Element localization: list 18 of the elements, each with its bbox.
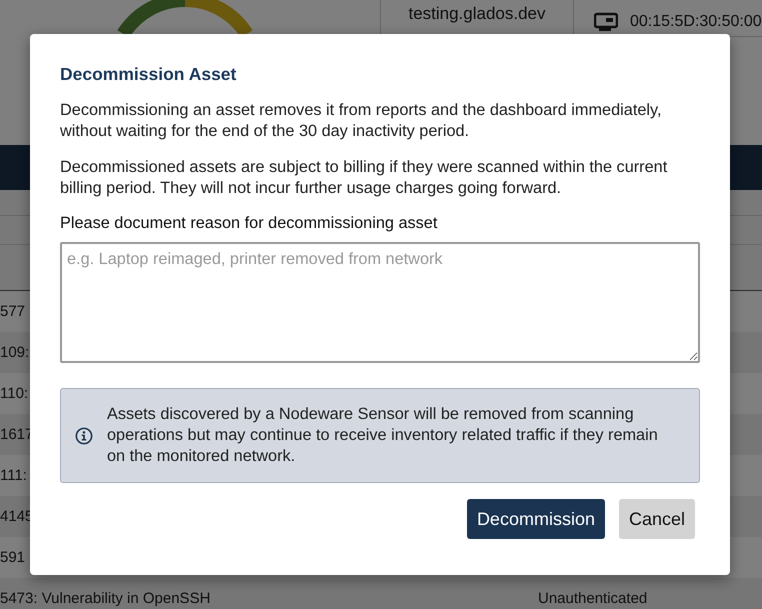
cancel-button[interactable]: Cancel [618,499,695,539]
hostname: testing.glados.dev [408,3,546,25]
table-cell: 109: [0,344,30,361]
table-cell: 111: [0,467,27,484]
paragraph: Decommissioning an asset removes it from reports and the dashboard immediately, without waiting for the end of the 30 day inactivity period. [60,100,662,142]
reason-field[interactable]: e.g. Laptop reimaged, printer removed from network [60,242,700,363]
table-cell: 591 [0,549,26,566]
dialog-title: Decommission Asset [60,64,238,85]
paragraph: Decommissioned assets are subject to billing if they were scanned within the current billing period. They will not incur further usage charges going forward. [60,157,668,199]
network-card-icon [594,12,618,32]
table-cell: 5473: Vulnerability in OpenSSH [0,590,210,607]
decommission-button[interactable]: Decommission [466,499,605,539]
table-cell: 110: [0,385,28,402]
table-cell: Unauthenticated [538,590,648,607]
table-cell: 577 [0,303,26,320]
mac-address: 00:15:5D:30:50:00 [630,13,762,31]
notice-text: Assets discovered by a Nodeware Sensor will be removed from scanning operations but may continue to receive inventory related traffic if they remain on the monitored network. [106,404,659,467]
field-label: Please document reason for decommissioning asset [60,214,438,233]
